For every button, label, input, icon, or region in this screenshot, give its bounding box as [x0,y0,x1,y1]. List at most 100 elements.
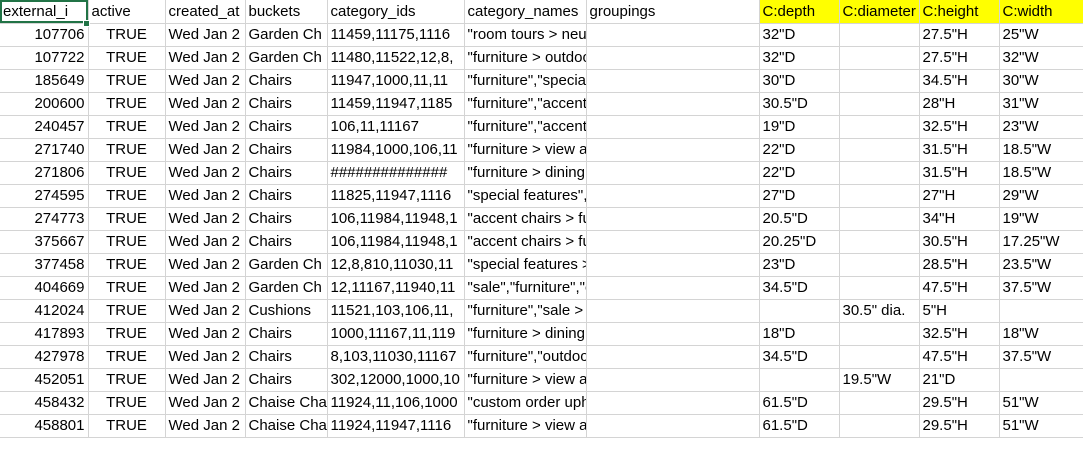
cell-category-names[interactable]: "custom order upholstery > special featu [464,391,587,415]
header-cell-c-diameter[interactable]: C:diameter [839,0,920,24]
cell-c-width[interactable]: 18.5"W [999,161,1083,185]
cell-external-i[interactable]: 404669 [0,276,89,300]
cell-c-height[interactable]: 29.5"H [919,414,1000,438]
cell-c-depth[interactable]: 18"D [759,322,840,346]
cell-buckets[interactable]: Chairs [245,368,328,392]
cell-buckets[interactable]: Chairs [245,138,328,162]
cell-external-i[interactable]: 417893 [0,322,89,346]
cell-active[interactable]: TRUE [88,368,166,392]
header-cell-c-width[interactable]: C:width [999,0,1083,24]
cell-category-ids[interactable]: 11480,11522,12,8, [327,46,465,70]
cell-groupings[interactable] [586,345,760,369]
cell-active[interactable]: TRUE [88,299,166,323]
cell-buckets[interactable]: Cushions [245,299,328,323]
cell-buckets[interactable]: Chairs [245,161,328,185]
cell-c-depth[interactable]: 61.5"D [759,414,840,438]
cell-category-names[interactable]: "furniture > view all","special features… [464,368,587,392]
cell-groupings[interactable] [586,115,760,139]
header-cell-c-height[interactable]: C:height [919,0,1000,24]
cell-external-i[interactable]: 412024 [0,299,89,323]
cell-category-names[interactable]: "furniture > dining chairs","special fea… [464,161,587,185]
cell-category-ids[interactable]: 11947,1000,11,11 [327,69,465,93]
cell-c-diameter[interactable] [839,345,920,369]
cell-groupings[interactable] [586,368,760,392]
cell-external-i[interactable]: 427978 [0,345,89,369]
cell-external-i[interactable]: 200600 [0,92,89,116]
cell-active[interactable]: TRUE [88,414,166,438]
cell-groupings[interactable] [586,184,760,208]
cell-c-height[interactable]: 30.5"H [919,230,1000,254]
cell-buckets[interactable]: Chairs [245,207,328,231]
cell-c-diameter[interactable] [839,207,920,231]
cell-c-depth[interactable]: 19"D [759,115,840,139]
cell-c-width[interactable]: 51"W [999,391,1083,415]
cell-groupings[interactable] [586,138,760,162]
cell-category-names[interactable]: "special features","furniture > living r… [464,184,587,208]
cell-c-diameter[interactable]: 19.5"W [839,368,920,392]
cell-c-depth[interactable]: 32"D [759,23,840,47]
cell-created-at[interactable]: Wed Jan 2 [165,115,246,139]
cell-created-at[interactable]: Wed Jan 2 [165,414,246,438]
cell-c-width[interactable]: 29"W [999,184,1083,208]
cell-external-i[interactable]: 274595 [0,184,89,208]
cell-active[interactable]: TRUE [88,92,166,116]
cell-created-at[interactable]: Wed Jan 2 [165,345,246,369]
cell-category-names[interactable]: "accent chairs > furniture","furniture >… [464,230,587,254]
cell-c-diameter[interactable] [839,46,920,70]
cell-category-names[interactable]: "accent chairs > furniture","furniture >… [464,207,587,231]
cell-groupings[interactable] [586,23,760,47]
cell-groupings[interactable] [586,230,760,254]
cell-c-width[interactable]: 37.5"W [999,345,1083,369]
cell-buckets[interactable]: Garden Ch [245,23,328,47]
cell-active[interactable]: TRUE [88,345,166,369]
cell-category-names[interactable]: "furniture","outdoor > outdoor chairs"," [464,345,587,369]
cell-c-width[interactable]: 32"W [999,46,1083,70]
cell-created-at[interactable]: Wed Jan 2 [165,69,246,93]
cell-c-width[interactable]: 18.5"W [999,138,1083,162]
cell-groupings[interactable] [586,46,760,70]
cell-c-depth[interactable] [759,299,840,323]
cell-category-names[interactable]: "furniture","special features > modern l… [464,69,587,93]
cell-groupings[interactable] [586,299,760,323]
cell-c-height[interactable]: 47.5"H [919,345,1000,369]
header-cell-category-names[interactable]: category_names [464,0,587,24]
spreadsheet-grid[interactable]: external_i active created_at buckets categor… [0,0,1083,459]
cell-groupings[interactable] [586,69,760,93]
cell-created-at[interactable]: Wed Jan 2 [165,161,246,185]
cell-groupings[interactable] [586,391,760,415]
cell-active[interactable]: TRUE [88,115,166,139]
cell-c-depth[interactable]: 32"D [759,46,840,70]
cell-c-depth[interactable]: 34.5"D [759,276,840,300]
cell-active[interactable]: TRUE [88,184,166,208]
cell-category-names[interactable]: "room tours > neutral ebb > outdoor","u [464,23,587,47]
cell-category-ids[interactable]: 106,11984,11948,1 [327,207,465,231]
cell-c-diameter[interactable] [839,184,920,208]
cell-external-i[interactable]: 240457 [0,115,89,139]
cell-c-width[interactable]: 37.5"W [999,276,1083,300]
cell-category-ids[interactable]: 302,12000,1000,10 [327,368,465,392]
cell-category-ids[interactable]: 11924,11,106,1000 [327,391,465,415]
cell-external-i[interactable]: 377458 [0,253,89,277]
cell-c-depth[interactable]: 23"D [759,253,840,277]
cell-created-at[interactable]: Wed Jan 2 [165,207,246,231]
cell-groupings[interactable] [586,92,760,116]
cell-c-width[interactable]: 31"W [999,92,1083,116]
cell-c-depth[interactable]: 34.5"D [759,345,840,369]
cell-c-height[interactable]: 32.5"H [919,115,1000,139]
cell-groupings[interactable] [586,276,760,300]
cell-category-names[interactable]: "furniture > dining chairs","special fea… [464,322,587,346]
cell-active[interactable]: TRUE [88,69,166,93]
cell-c-width[interactable]: 25"W [999,23,1083,47]
cell-buckets[interactable]: Chairs [245,184,328,208]
cell-active[interactable]: TRUE [88,207,166,231]
cell-category-ids[interactable]: 11459,11175,1116 [327,23,465,47]
cell-category-names[interactable]: "sale","furniture","outdoor > outdoor ch [464,276,587,300]
cell-buckets[interactable]: Chairs [245,69,328,93]
cell-c-width[interactable]: 19"W [999,207,1083,231]
cell-active[interactable]: TRUE [88,322,166,346]
header-cell-groupings[interactable]: groupings [586,0,760,24]
cell-active[interactable]: TRUE [88,46,166,70]
cell-active[interactable]: TRUE [88,161,166,185]
cell-active[interactable]: TRUE [88,253,166,277]
cell-c-height[interactable]: 5"H [919,299,1000,323]
